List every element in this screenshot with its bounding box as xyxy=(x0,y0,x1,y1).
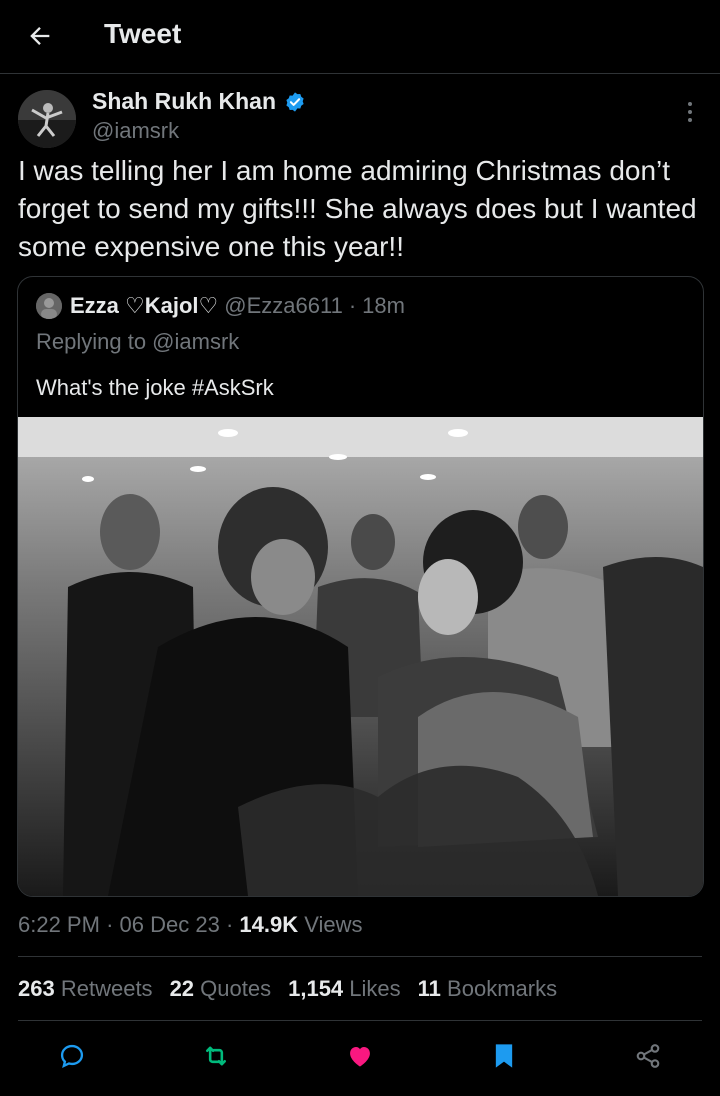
retweet-button[interactable] xyxy=(200,1040,232,1072)
divider xyxy=(18,956,702,957)
quote-avatar xyxy=(36,293,62,319)
page-title: Tweet xyxy=(104,18,182,49)
replying-to: Replying to @iamsrk xyxy=(36,329,240,354)
engagement-stats: 263 Retweets 22 Quotes 1,154 Likes 11 Bo… xyxy=(18,976,557,1002)
tweet-time: 6:22 PM xyxy=(18,912,100,937)
author-handle[interactable]: @iamsrk xyxy=(92,118,179,144)
action-bar xyxy=(0,1030,720,1082)
likes-stat[interactable]: 1,154 Likes xyxy=(288,976,401,1002)
reply-button[interactable] xyxy=(56,1040,88,1072)
quote-author-handle: @Ezza6611 xyxy=(224,293,343,318)
retweets-stat[interactable]: 263 Retweets xyxy=(18,976,153,1002)
quote-text: What's the joke #AskSrk xyxy=(36,375,274,400)
more-options-button[interactable] xyxy=(678,98,702,126)
reply-icon xyxy=(60,1044,84,1069)
quote-author-name: Ezza ♡Kajol♡ xyxy=(70,293,219,318)
views-label: Views xyxy=(304,912,363,937)
share-icon xyxy=(636,1044,660,1068)
divider xyxy=(18,1020,702,1021)
more-icon xyxy=(688,102,692,122)
avatar[interactable] xyxy=(18,90,76,148)
back-button[interactable] xyxy=(20,16,60,56)
author-name-text: Shah Rukh Khan xyxy=(92,88,277,114)
quote-separator: · xyxy=(348,293,357,318)
quote-header: Ezza ♡Kajol♡ @Ezza6611 · 18m xyxy=(70,293,405,319)
tweet-date: 06 Dec 23 xyxy=(119,912,220,937)
like-icon xyxy=(350,1047,370,1067)
bookmark-button[interactable] xyxy=(488,1040,520,1072)
top-bar: Tweet xyxy=(0,0,720,74)
bookmark-icon xyxy=(495,1044,513,1068)
author-name[interactable]: Shah Rukh Khan xyxy=(92,88,306,115)
verified-badge-icon xyxy=(286,91,304,112)
meta-separator: · xyxy=(225,912,234,937)
quoted-tweet[interactable]: Ezza ♡Kajol♡ @Ezza6611 · 18m Replying to… xyxy=(17,276,704,897)
like-button[interactable] xyxy=(344,1040,376,1072)
back-arrow-icon xyxy=(30,27,50,45)
tweet-meta: 6:22 PM · 06 Dec 23 · 14.9K Views xyxy=(18,912,363,938)
quote-photo[interactable] xyxy=(18,417,703,896)
bookmarks-stat[interactable]: 11 Bookmarks xyxy=(418,976,557,1002)
share-button[interactable] xyxy=(632,1040,664,1072)
meta-separator: · xyxy=(106,912,114,937)
retweet-icon xyxy=(205,1046,227,1066)
views-count: 14.9K xyxy=(239,912,299,937)
quotes-stat[interactable]: 22 Quotes xyxy=(170,976,272,1002)
tweet-text: I was telling her I am home admiring Chr… xyxy=(18,155,697,262)
quote-time: 18m xyxy=(362,293,405,318)
